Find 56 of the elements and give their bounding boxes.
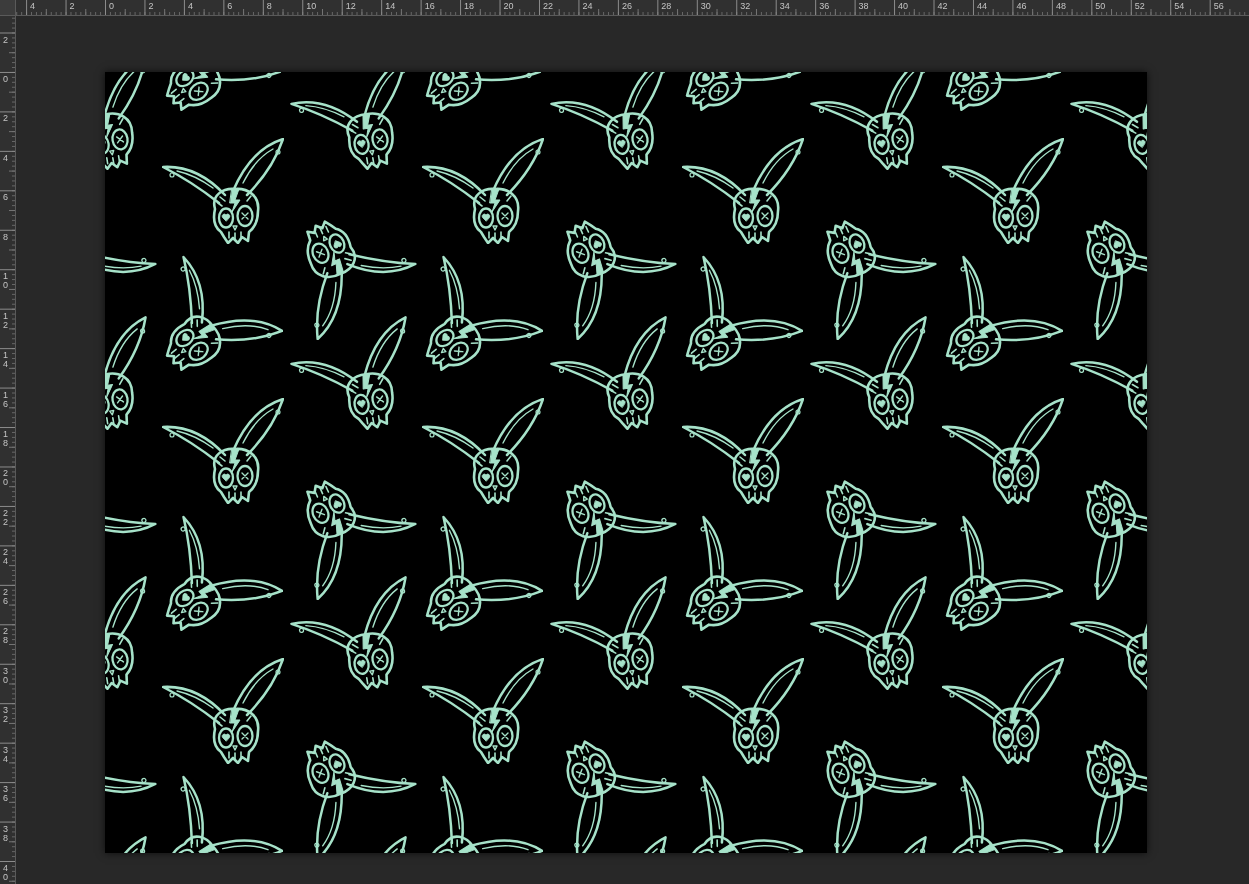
ruler-label: 44: [976, 2, 987, 11]
ruler-label: 14: [3, 351, 9, 370]
ruler-label: 4: [30, 2, 36, 11]
ruler-label: 22: [543, 2, 553, 11]
ruler-label: 14: [385, 2, 396, 11]
ruler-label: 38: [858, 2, 869, 11]
ruler-label: 0: [109, 2, 114, 11]
ruler-label: 2: [148, 2, 154, 11]
ruler-label: 4: [187, 2, 193, 11]
ruler-label: 16: [424, 2, 435, 11]
ruler-label: 36: [819, 2, 830, 11]
ruler-label: 2: [3, 114, 9, 124]
ruler-label: 10: [306, 2, 317, 11]
ruler-label: 24: [582, 2, 593, 11]
ruler-label: 16: [3, 390, 9, 409]
ruler-label: 32: [740, 2, 751, 11]
ruler-label: 8: [3, 232, 9, 242]
ruler-corner: [0, 0, 16, 16]
ruler-label: 18: [464, 2, 475, 11]
ruler-label: 0: [3, 74, 9, 84]
ruler-label: 56: [1213, 2, 1224, 11]
ruler-label: 48: [1055, 2, 1066, 11]
ruler-label: 28: [661, 2, 672, 11]
ruler-label: 34: [779, 2, 790, 11]
ruler-label: 46: [1016, 2, 1027, 11]
ruler-label: 20: [3, 469, 9, 488]
ruler-label: 20: [503, 2, 514, 11]
ruler-label: 30: [700, 2, 711, 11]
ruler-label: 40: [3, 864, 9, 882]
ruler-label: 4: [3, 153, 9, 163]
ruler-label: 40: [898, 2, 909, 11]
ruler-label: 6: [3, 193, 9, 203]
ruler-label: 28: [3, 627, 9, 646]
ruler-label: 26: [621, 2, 632, 11]
ruler-label: 50: [1095, 2, 1106, 11]
ruler-label: 8: [266, 2, 272, 11]
ruler-label: 18: [3, 430, 9, 449]
vertical-ruler[interactable]: 2 0 2 4 6 8 10 12 14 16 18 20 22 24 26 28 30 32 34 36 38 40: [0, 16, 16, 884]
ruler-label: 10: [3, 272, 9, 291]
horizontal-ruler[interactable]: 4 2 0 2 4 6 8 10 12 14 16 18 20 22 24 26 28 30 32 34 36 38 40 42 44 46 48 50 52 54 56: [16, 0, 1249, 16]
ruler-label: 12: [3, 311, 9, 330]
ruler-label: 12: [345, 2, 356, 11]
ruler-label: 26: [3, 587, 9, 606]
ruler-label: 42: [937, 2, 948, 11]
ruler-label: 6: [227, 2, 233, 11]
ruler-label: 38: [3, 824, 9, 843]
ruler-label: 36: [3, 785, 9, 804]
ruler-label: 2: [3, 35, 9, 45]
ruler-label: 32: [3, 706, 9, 725]
ruler-label: 22: [3, 508, 9, 527]
ruler-label: 54: [1174, 2, 1185, 11]
ruler-label: 24: [3, 548, 9, 567]
ruler-label: 2: [69, 2, 75, 11]
ruler-label: 34: [3, 745, 9, 764]
ruler-label: 52: [1134, 2, 1145, 11]
ruler-label: 30: [3, 666, 9, 685]
